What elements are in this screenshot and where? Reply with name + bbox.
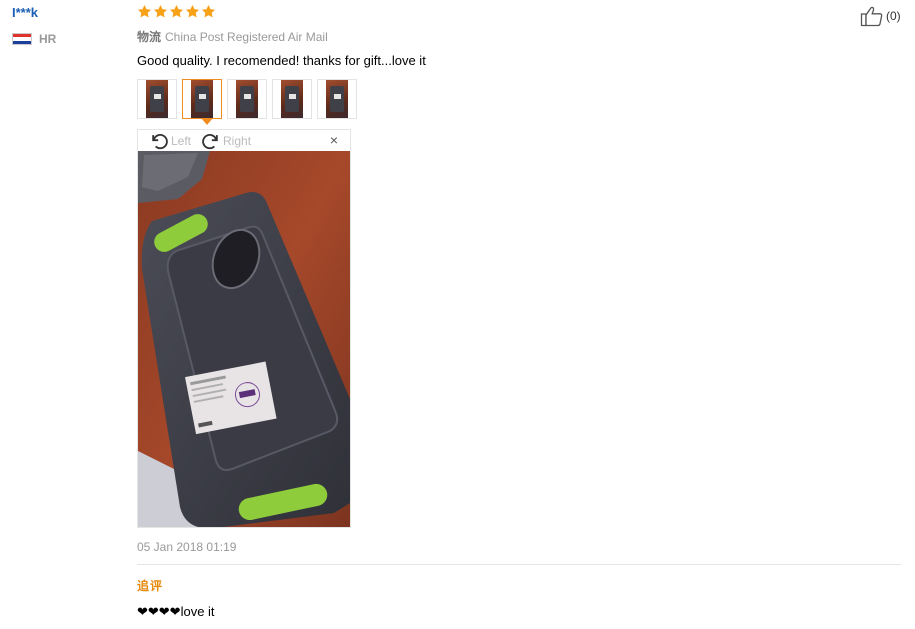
star-icon	[201, 4, 216, 18]
helpful-count: (0)	[886, 9, 901, 23]
star-icon	[137, 4, 152, 18]
logistics-value: China Post Registered Air Mail	[165, 30, 328, 44]
photo-viewer: Left Right ×	[137, 129, 351, 528]
croatia-flag-icon	[12, 33, 32, 45]
star-rating	[137, 4, 216, 19]
reviewer-country: HR	[12, 32, 56, 46]
viewer-toolbar: Left Right ×	[138, 130, 350, 151]
review-photo	[138, 151, 350, 527]
rotate-left-label: Left	[171, 133, 192, 148]
divider	[137, 564, 901, 565]
thumbnail-2[interactable]	[182, 79, 222, 119]
logistics-label: 物流	[137, 30, 162, 44]
review-text: Good quality. I recomended! thanks for g…	[137, 53, 426, 68]
star-icon	[153, 4, 168, 18]
thumbnail-1[interactable]	[137, 79, 177, 119]
thumbs-up-icon	[860, 6, 883, 27]
star-icon	[169, 4, 184, 18]
star-icon	[185, 4, 200, 18]
rotate-right-label: Right	[223, 133, 252, 148]
helpful-button[interactable]: (0)	[860, 5, 901, 27]
followup-text: ❤❤❤❤love it	[137, 604, 215, 619]
rotate-left-button[interactable]: Left	[148, 131, 191, 151]
thumbnail-5[interactable]	[317, 79, 357, 119]
thumbnail-4[interactable]	[272, 79, 312, 119]
rotate-right-button[interactable]: Right	[200, 131, 251, 151]
rotate-left-icon	[152, 133, 168, 149]
rotate-right-icon	[202, 133, 218, 149]
thumbnail-3[interactable]	[227, 79, 267, 119]
review-date: 05 Jan 2018 01:19	[137, 540, 237, 554]
logistics-info: 物流 China Post Registered Air Mail	[137, 28, 328, 45]
followup-label: 追评	[137, 579, 164, 593]
photo-thumbnails	[137, 79, 357, 119]
selected-thumbnail-indicator	[201, 118, 213, 125]
close-viewer-button[interactable]: ×	[330, 132, 338, 148]
country-code: HR	[39, 32, 57, 46]
reviewer-name: I***k	[12, 5, 39, 20]
